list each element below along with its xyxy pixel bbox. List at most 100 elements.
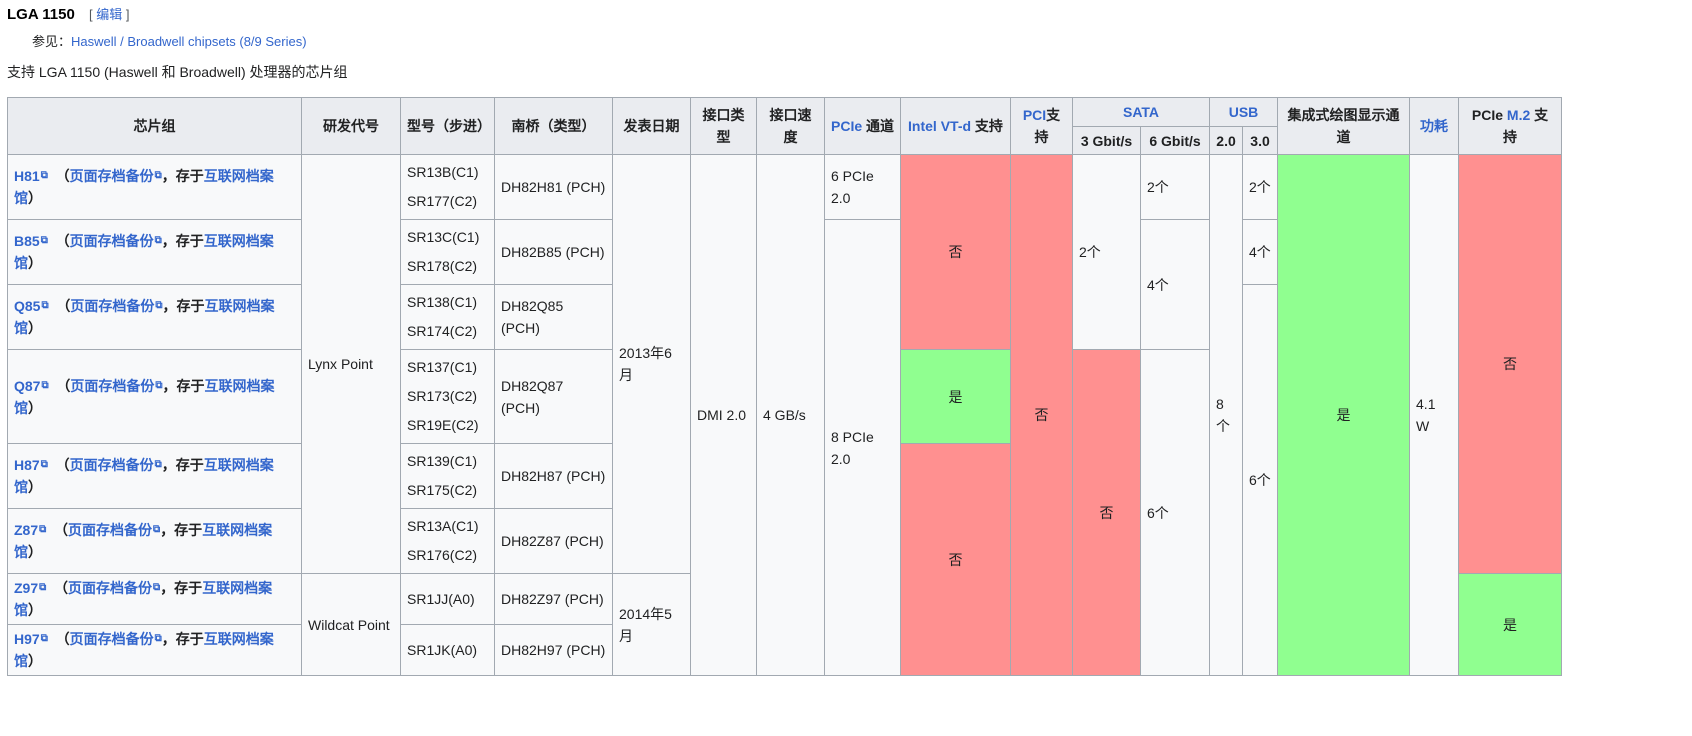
pcie-lanes-8: 8 PCIe 2.0: [824, 219, 901, 676]
chipset-table: 芯片组 研发代号 型号（步进） 南桥（类型） 发表日期 接口类型 接口速度 PC…: [7, 97, 1563, 676]
header-part-number: 型号（步进）: [400, 97, 495, 155]
chipset-cell: H81⧉ （页面存档备份⧉，存于互联网档案馆）: [7, 154, 302, 220]
interface-speed: 4 GB/s: [756, 154, 825, 676]
vtd-link[interactable]: Intel VT-d: [908, 118, 971, 134]
header-usb-2: 2.0: [1209, 126, 1244, 155]
edit-link[interactable]: 编辑: [96, 7, 122, 22]
usb-link[interactable]: USB: [1229, 104, 1259, 120]
archive-open: （: [56, 377, 71, 394]
chipset-cell: Q85⧉ （页面存档备份⧉，存于互联网档案馆）: [7, 284, 302, 350]
tdp-value: 4.1 W: [1409, 154, 1460, 676]
archive-backup-link[interactable]: 页面存档备份: [70, 457, 154, 473]
part-number: SR19E(C2): [407, 417, 479, 433]
archive-separator: ，存于: [162, 298, 205, 314]
header-codename: 研发代号: [301, 97, 401, 155]
usb3-four: 4个: [1242, 219, 1279, 285]
external-link-icon: ⧉: [154, 170, 162, 181]
chipset-link[interactable]: H97: [14, 631, 40, 647]
header-usb-3: 3.0: [1242, 126, 1279, 155]
vtd-yes: 是: [900, 349, 1011, 444]
part-number-cell: SR139(C1) SR175(C2): [400, 443, 495, 509]
part-number-cell: SR1JK(A0): [400, 624, 495, 676]
chipset-link[interactable]: Z97: [14, 580, 38, 596]
archive-backup-link[interactable]: 页面存档备份: [70, 233, 154, 249]
chipset-link[interactable]: B85: [14, 233, 40, 249]
vtd-header-suffix: 支持: [971, 118, 1003, 134]
chipset-cell: Z87⧉ （页面存档备份⧉，存于互联网档案馆）: [7, 508, 302, 574]
archive-backup-link[interactable]: 页面存档备份: [70, 168, 154, 184]
archive-separator: ，存于: [160, 522, 203, 538]
header-igpu: 集成式绘图显示通道: [1277, 97, 1411, 155]
chipset-link[interactable]: H81: [14, 168, 40, 184]
southbridge-cell: DH82Q87 (PCH): [494, 349, 613, 444]
external-link-icon: ⧉: [40, 170, 48, 181]
archive-separator: ，存于: [161, 457, 204, 473]
pcie-header-suffix: 通道: [862, 118, 895, 134]
external-link-icon: ⧉: [39, 524, 47, 535]
release-date-2014: 2014年5月: [612, 573, 691, 676]
pci-link[interactable]: PCI: [1023, 107, 1046, 123]
archive-close: ）: [28, 190, 42, 206]
external-link-icon: ⧉: [154, 235, 162, 246]
chipset-link[interactable]: Q87: [14, 378, 40, 394]
chipset-cell: H97⧉ （页面存档备份⧉，存于互联网档案馆）: [7, 624, 302, 676]
m2-yes: 是: [1458, 573, 1563, 676]
header-vtd: Intel VT-d 支持: [900, 97, 1011, 155]
external-link-icon: ⧉: [41, 300, 49, 311]
archive-open: （: [55, 168, 70, 184]
archive-open: （: [54, 580, 69, 596]
archive-separator: ，存于: [162, 377, 205, 394]
part-number-cell: SR13C(C1) SR178(C2): [400, 219, 495, 285]
see-also-link[interactable]: Haswell / Broadwell chipsets (8/9 Series…: [71, 34, 307, 49]
archive-backup-link[interactable]: 页面存档备份: [70, 298, 154, 314]
southbridge-cell: DH82H81 (PCH): [494, 154, 613, 220]
codename-wildcat-point: Wildcat Point: [301, 573, 401, 676]
chipset-cell: Q87⧉ （页面存档备份⧉，存于互联网档案馆）: [7, 349, 302, 444]
pcie-link[interactable]: PCIe: [831, 118, 862, 134]
header-southbridge: 南桥（类型）: [494, 97, 613, 155]
southbridge-cell: DH82H97 (PCH): [494, 624, 613, 676]
edit-section: [ 编辑 ]: [89, 7, 129, 22]
archive-backup-link[interactable]: 页面存档备份: [68, 522, 152, 538]
part-number: SR1JK(A0): [407, 641, 478, 658]
chipset-link[interactable]: H87: [14, 457, 40, 473]
sata-link[interactable]: SATA: [1123, 104, 1159, 120]
external-link-icon: ⧉: [154, 633, 162, 644]
chipset-cell: Z97⧉ （页面存档备份⧉，存于互联网档案馆）: [7, 573, 302, 625]
header-tdp: 功耗: [1409, 97, 1460, 155]
sata3-no: 否: [1072, 349, 1141, 676]
archive-separator: ，存于: [161, 233, 204, 249]
pci-no: 否: [1010, 154, 1073, 676]
archive-backup-link[interactable]: 页面存档备份: [68, 580, 152, 596]
part-number: SR175(C2): [407, 482, 478, 498]
external-link-icon: ⧉: [155, 300, 163, 311]
header-release-date: 发表日期: [612, 97, 691, 155]
archive-backup-link[interactable]: 页面存档备份: [70, 631, 154, 647]
part-number: SR13C(C1): [407, 229, 480, 245]
header-chipset: 芯片组: [7, 97, 302, 155]
chipset-link[interactable]: Q85: [14, 298, 40, 314]
archive-separator: ，存于: [160, 580, 203, 596]
archive-close: ）: [28, 255, 42, 271]
interface-dmi: DMI 2.0: [690, 154, 757, 676]
part-number-cell: SR13B(C1) SR177(C2): [400, 154, 495, 220]
part-number-cell: SR138(C1) SR174(C2): [400, 284, 495, 350]
archive-open: （: [54, 522, 69, 538]
tdp-link[interactable]: 功耗: [1420, 118, 1448, 134]
m2-link[interactable]: M.2: [1507, 107, 1530, 123]
archive-open: （: [55, 233, 70, 249]
part-number: SR173(C2): [407, 388, 478, 404]
part-number-cell: SR137(C1) SR173(C2) SR19E(C2): [400, 349, 495, 444]
part-number: SR177(C2): [407, 193, 478, 209]
archive-separator: ，存于: [161, 631, 204, 647]
archive-separator: ，存于: [161, 168, 204, 184]
header-sata-3g: 3 Gbit/s: [1072, 126, 1141, 155]
header-interface: 接口类型: [690, 97, 757, 155]
pcie-lanes-6: 6 PCIe 2.0: [824, 154, 901, 220]
archive-backup-link[interactable]: 页面存档备份: [70, 378, 154, 394]
header-m2: PCIe M.2 支持: [1458, 97, 1563, 155]
southbridge-cell: DH82Q85 (PCH): [494, 284, 613, 350]
sata6-six: 6个: [1139, 349, 1211, 676]
southbridge-cell: DH82B85 (PCH): [494, 219, 613, 285]
chipset-link[interactable]: Z87: [14, 522, 38, 538]
